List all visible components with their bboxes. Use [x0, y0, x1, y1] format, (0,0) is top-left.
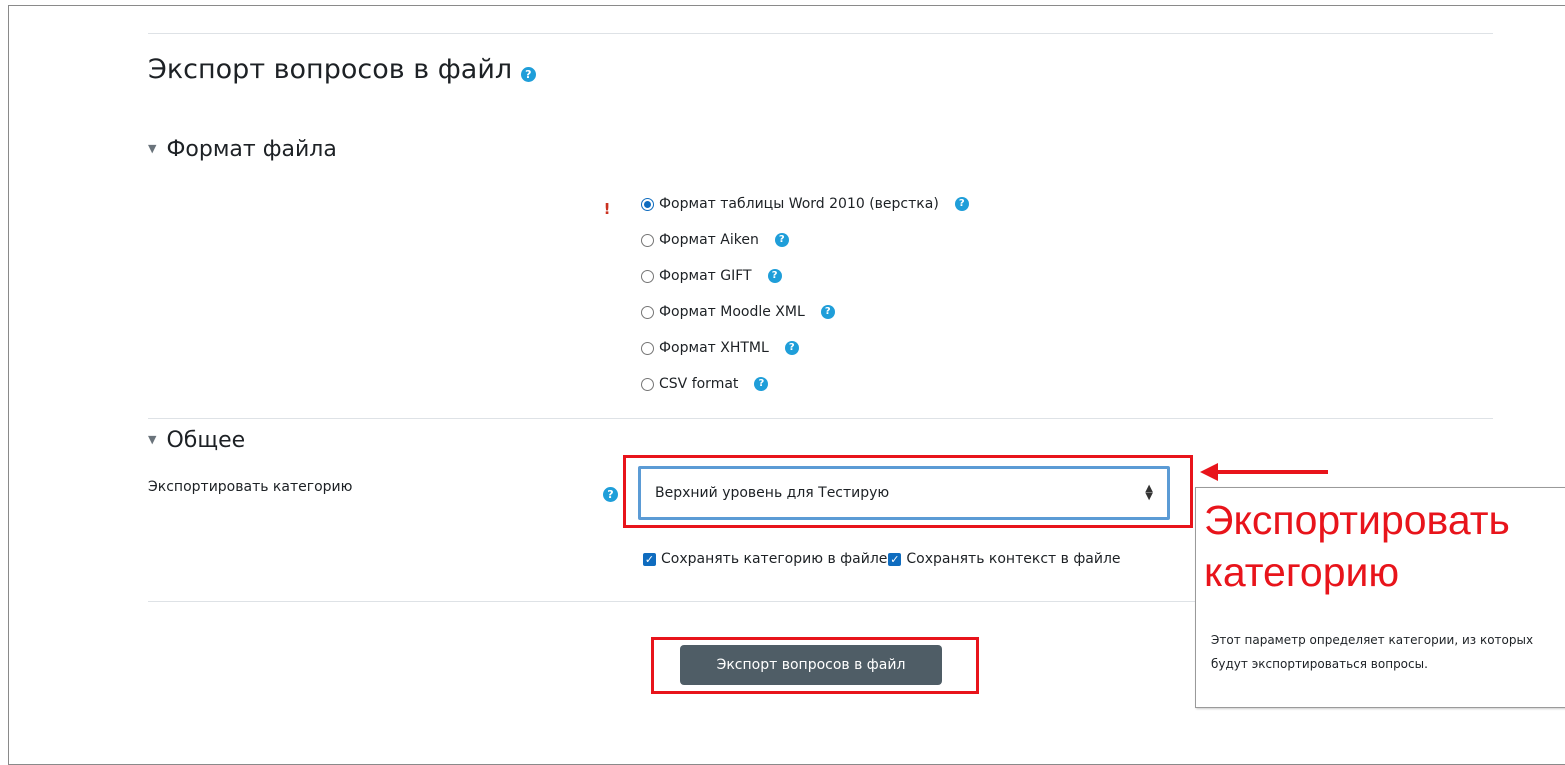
help-icon[interactable]: ?: [954, 197, 969, 211]
checkbox-row: ✓ Сохранять категорию в файле ✓ Сохранят…: [641, 545, 1184, 575]
annotation-highlight-button: [651, 637, 979, 694]
radio-button[interactable]: [641, 233, 654, 247]
save-category-label[interactable]: Сохранять категорию в файле: [661, 551, 887, 567]
exclamation-circle-icon: !: [603, 200, 611, 218]
help-callout: Экспортировать категорию Этот параметр о…: [1195, 487, 1565, 708]
radio-button[interactable]: [641, 341, 654, 355]
radio-label: Формат Aiken: [659, 232, 759, 248]
radio-button[interactable]: [641, 197, 654, 211]
help-icon[interactable]: ?: [820, 305, 835, 319]
format-option-moodle-xml[interactable]: Формат Moodle XML ?: [641, 294, 969, 330]
callout-title: Экспортировать категорию: [1204, 497, 1510, 595]
callout-text: Этот параметр определяет категории, из к…: [1211, 633, 1534, 671]
radio-label: Формат Moodle XML: [659, 304, 805, 320]
save-context-label[interactable]: Сохранять контекст в файле: [906, 551, 1120, 567]
format-option-word[interactable]: Формат таблицы Word 2010 (верстка) ?: [641, 186, 969, 222]
format-option-xhtml[interactable]: Формат XHTML ?: [641, 330, 969, 366]
radio-button[interactable]: [641, 377, 654, 391]
section-divider: [148, 418, 1493, 419]
radio-button[interactable]: [641, 269, 654, 283]
format-radio-group: Формат таблицы Word 2010 (верстка) ? Фор…: [641, 186, 969, 402]
checkbox-checked-icon[interactable]: ✓: [643, 552, 656, 566]
annotation-highlight-select: [623, 455, 1193, 528]
caret-down-icon: ▼: [148, 432, 157, 446]
format-section-header[interactable]: ▼ Формат файла: [148, 137, 337, 162]
radio-label: CSV format: [659, 376, 739, 392]
caret-down-icon: ▼: [148, 141, 157, 155]
top-divider: [148, 33, 1493, 34]
help-icon[interactable]: ?: [603, 487, 618, 502]
radio-label: Формат GIFT: [659, 268, 752, 284]
page-title-text: Экспорт вопросов в файл: [148, 54, 513, 85]
help-icon[interactable]: ?: [774, 233, 789, 247]
general-section-header[interactable]: ▼ Общее: [148, 428, 245, 453]
radio-button[interactable]: [641, 305, 654, 319]
checkbox-checked-icon[interactable]: ✓: [888, 552, 902, 566]
radio-label: Формат таблицы Word 2010 (верстка): [659, 196, 939, 212]
help-icon[interactable]: ?: [784, 341, 799, 355]
annotation-arrow-icon: [1200, 463, 1328, 481]
help-icon[interactable]: ?: [520, 67, 536, 82]
checkbox-group: ✓ Сохранять категорию в файле ✓ Сохранят…: [643, 551, 1121, 567]
general-section-title: Общее: [166, 428, 246, 453]
format-section-title: Формат файла: [166, 137, 337, 162]
format-option-csv[interactable]: CSV format ?: [641, 366, 969, 402]
page-title: Экспорт вопросов в файл ?: [148, 54, 536, 85]
category-field-label: Экспортировать категорию: [148, 479, 353, 495]
format-option-aiken[interactable]: Формат Aiken ?: [641, 222, 969, 258]
help-icon[interactable]: ?: [767, 269, 782, 283]
radio-label: Формат XHTML: [659, 340, 769, 356]
format-option-gift[interactable]: Формат GIFT ?: [641, 258, 969, 294]
help-icon[interactable]: ?: [754, 377, 769, 391]
